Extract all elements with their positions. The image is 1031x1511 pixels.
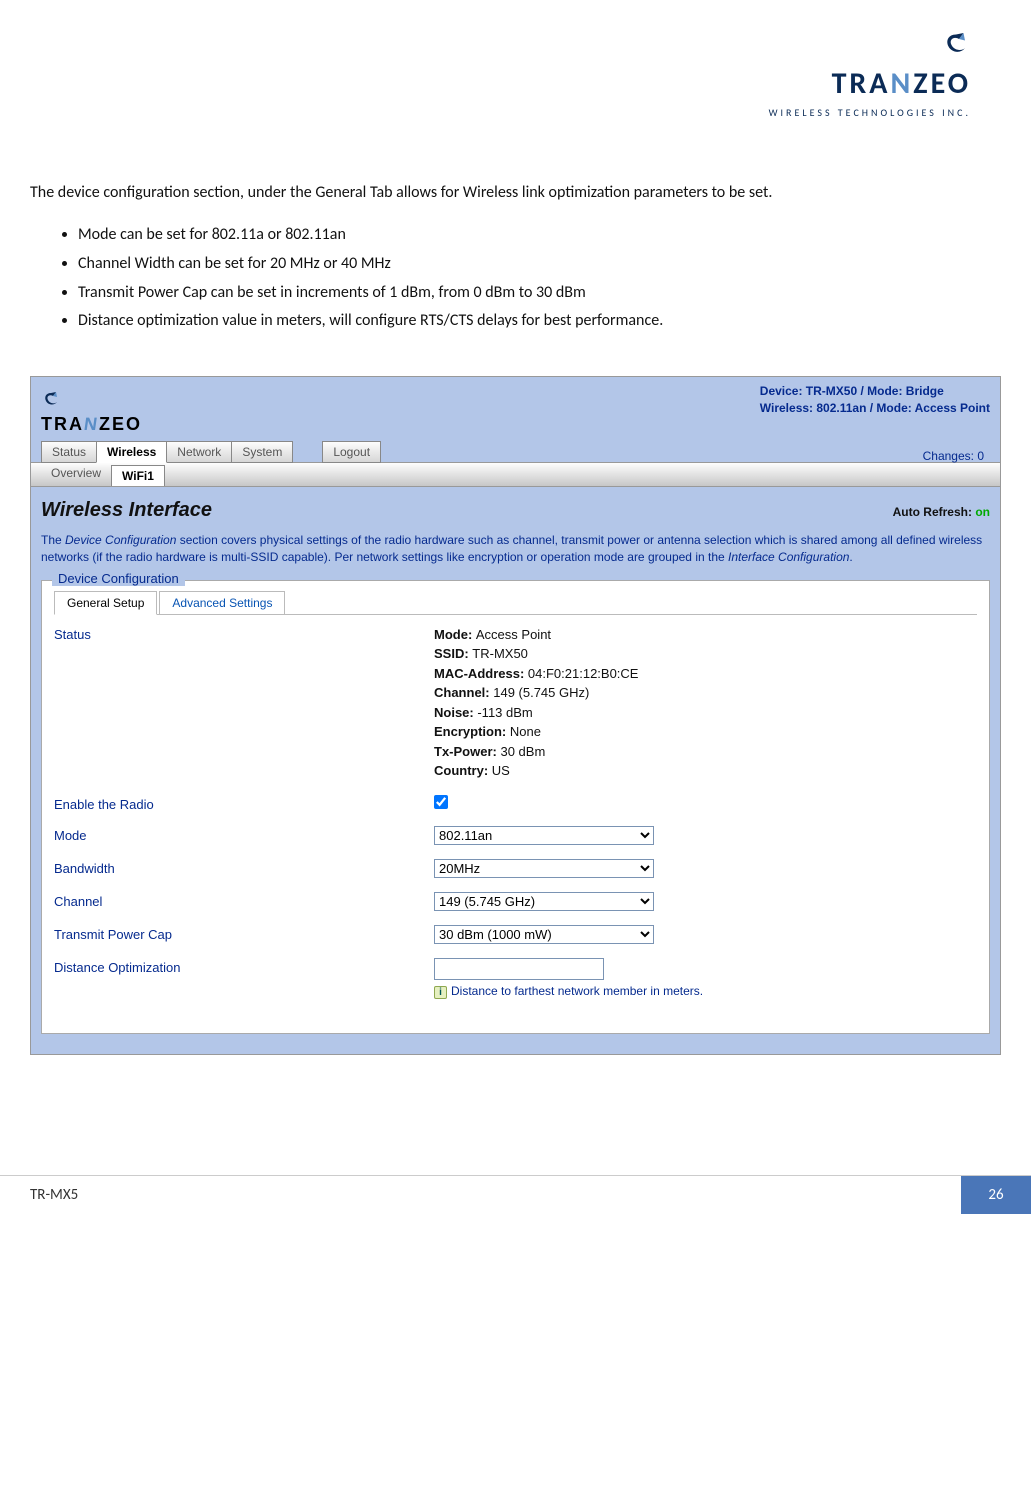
bandwidth-select[interactable]: 20MHz [434, 859, 654, 878]
list-item: Distance optimization value in meters, w… [78, 307, 1001, 336]
distance-input[interactable] [434, 958, 604, 980]
inner-tabs: General Setup Advanced Settings [54, 591, 977, 615]
brand-text-post: ZEO [99, 414, 142, 434]
brand-swirl-icon [41, 389, 61, 411]
txpower-select[interactable]: 30 dBm (1000 mW) [434, 925, 654, 944]
info-icon: i [434, 986, 447, 999]
label-channel: Channel [54, 892, 434, 909]
label-status: Status [54, 625, 434, 642]
enable-radio-checkbox[interactable] [434, 795, 448, 809]
label-txpower: Transmit Power Cap [54, 925, 434, 942]
device-config-fieldset: Device Configuration General Setup Advan… [41, 580, 990, 1034]
footer-page-number: 26 [961, 1176, 1031, 1214]
tab-network[interactable]: Network [166, 441, 232, 463]
subtab-wifi1[interactable]: WiFi1 [111, 465, 165, 486]
section-description: The Device Configuration section covers … [41, 532, 990, 566]
main-tabs: Status Wireless Network System Logout [41, 441, 380, 463]
app-brand: TRANZEO [41, 383, 142, 435]
feature-list: Mode can be set for 802.11a or 802.11an … [78, 221, 1001, 336]
tab-system[interactable]: System [231, 441, 293, 463]
logo-subtitle: WIRELESS TECHNOLOGIES INC. [769, 106, 971, 119]
device-info: Device: TR-MX50 / Mode: Bridge Wireless:… [760, 383, 990, 417]
fieldset-legend: Device Configuration [52, 571, 185, 586]
label-enable: Enable the Radio [54, 795, 434, 812]
list-item: Transmit Power Cap can be set in increme… [78, 279, 1001, 308]
label-bandwidth: Bandwidth [54, 859, 434, 876]
label-mode: Mode [54, 826, 434, 843]
mode-select[interactable]: 802.11an [434, 826, 654, 845]
logo-swirl-icon [941, 30, 971, 60]
changes-indicator[interactable]: Changes: 0 [923, 449, 990, 463]
list-item: Channel Width can be set for 20 MHz or 4… [78, 250, 1001, 279]
tab-logout[interactable]: Logout [322, 441, 381, 463]
page-header-logo: TRANZEO WIRELESS TECHNOLOGIES INC. [30, 30, 1001, 121]
auto-refresh-state: on [975, 505, 990, 519]
auto-refresh[interactable]: Auto Refresh: on [893, 505, 990, 519]
tab-status[interactable]: Status [41, 441, 97, 463]
brand-text-pre: TRA [41, 414, 84, 434]
channel-select[interactable]: 149 (5.745 GHz) [434, 892, 654, 911]
device-info-line1: Device: TR-MX50 / Mode: Bridge [760, 383, 990, 400]
sub-tabs: Overview WiFi1 [31, 462, 1000, 487]
brand-text-mid: N [83, 414, 101, 435]
inner-tab-general[interactable]: General Setup [54, 591, 157, 615]
distance-hint: iDistance to farthest network member in … [434, 984, 977, 999]
logo-text-pre: TRA [832, 65, 891, 102]
list-item: Mode can be set for 802.11a or 802.11an [78, 221, 1001, 250]
section-title: Wireless Interface [41, 499, 893, 522]
label-distance: Distance Optimization [54, 958, 434, 975]
intro-paragraph: The device configuration section, under … [30, 181, 1001, 205]
logo-text-post: ZEO [913, 65, 971, 102]
subtab-overview[interactable]: Overview [41, 463, 111, 486]
tab-wireless[interactable]: Wireless [96, 441, 167, 463]
status-block: Mode: Access Point SSID: TR-MX50 MAC-Add… [434, 625, 977, 781]
inner-tab-advanced[interactable]: Advanced Settings [159, 591, 285, 615]
config-screenshot: TRANZEO Device: TR-MX50 / Mode: Bridge W… [30, 376, 1001, 1055]
footer-model: TR-MX5 [0, 1176, 961, 1214]
device-info-line2: Wireless: 802.11an / Mode: Access Point [760, 400, 990, 417]
page-footer: TR-MX5 26 [0, 1175, 1031, 1214]
auto-refresh-label: Auto Refresh: [893, 505, 972, 519]
logo-text-mid: N [890, 65, 913, 102]
